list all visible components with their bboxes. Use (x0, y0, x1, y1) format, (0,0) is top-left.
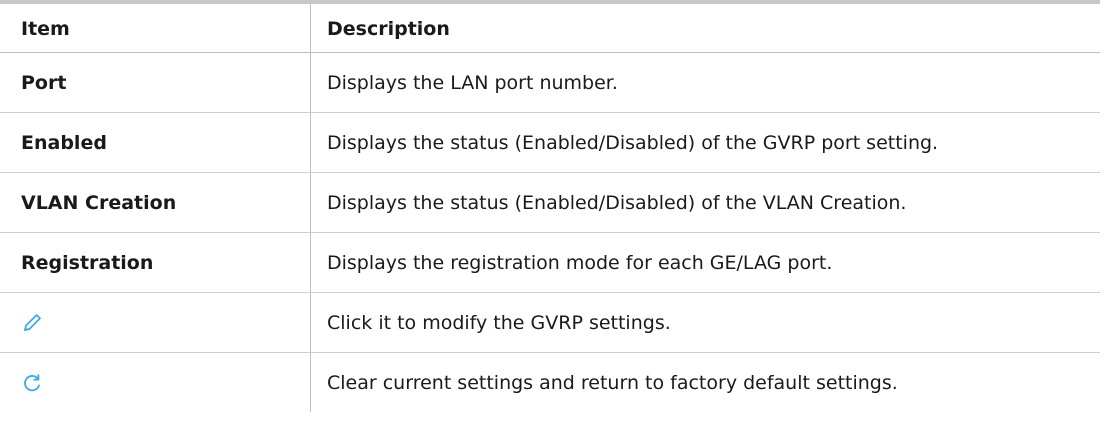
table-row: VLAN Creation Displays the status (Enabl… (0, 173, 1100, 233)
header-description: Description (327, 18, 450, 40)
table-row: Clear current settings and return to fac… (0, 353, 1100, 412)
row-description: Displays the status (Enabled/Disabled) o… (327, 191, 907, 214)
pencil-edit-icon (21, 312, 43, 334)
row-item-label: Port (0, 53, 311, 112)
row-description: Click it to modify the GVRP settings. (327, 311, 671, 334)
row-item-label: VLAN Creation (0, 173, 311, 232)
table-row: Click it to modify the GVRP settings. (0, 293, 1100, 353)
table-header-row: Item Description (0, 4, 1100, 53)
description-table: Item Description Port Displays the LAN p… (0, 0, 1100, 412)
row-description: Displays the registration mode for each … (327, 251, 833, 274)
table-row: Port Displays the LAN port number. (0, 53, 1100, 113)
row-item-label: Enabled (0, 113, 311, 172)
table-row: Registration Displays the registration m… (0, 233, 1100, 293)
row-item-label: Registration (0, 233, 311, 292)
table-row: Enabled Displays the status (Enabled/Dis… (0, 113, 1100, 173)
row-description: Displays the status (Enabled/Disabled) o… (327, 131, 939, 154)
row-description: Displays the LAN port number. (327, 71, 618, 94)
row-description: Clear current settings and return to fac… (327, 371, 898, 394)
row-item-icon-cell (0, 293, 311, 352)
header-item: Item (0, 4, 311, 52)
row-item-icon-cell (0, 353, 311, 412)
refresh-icon (21, 372, 43, 394)
